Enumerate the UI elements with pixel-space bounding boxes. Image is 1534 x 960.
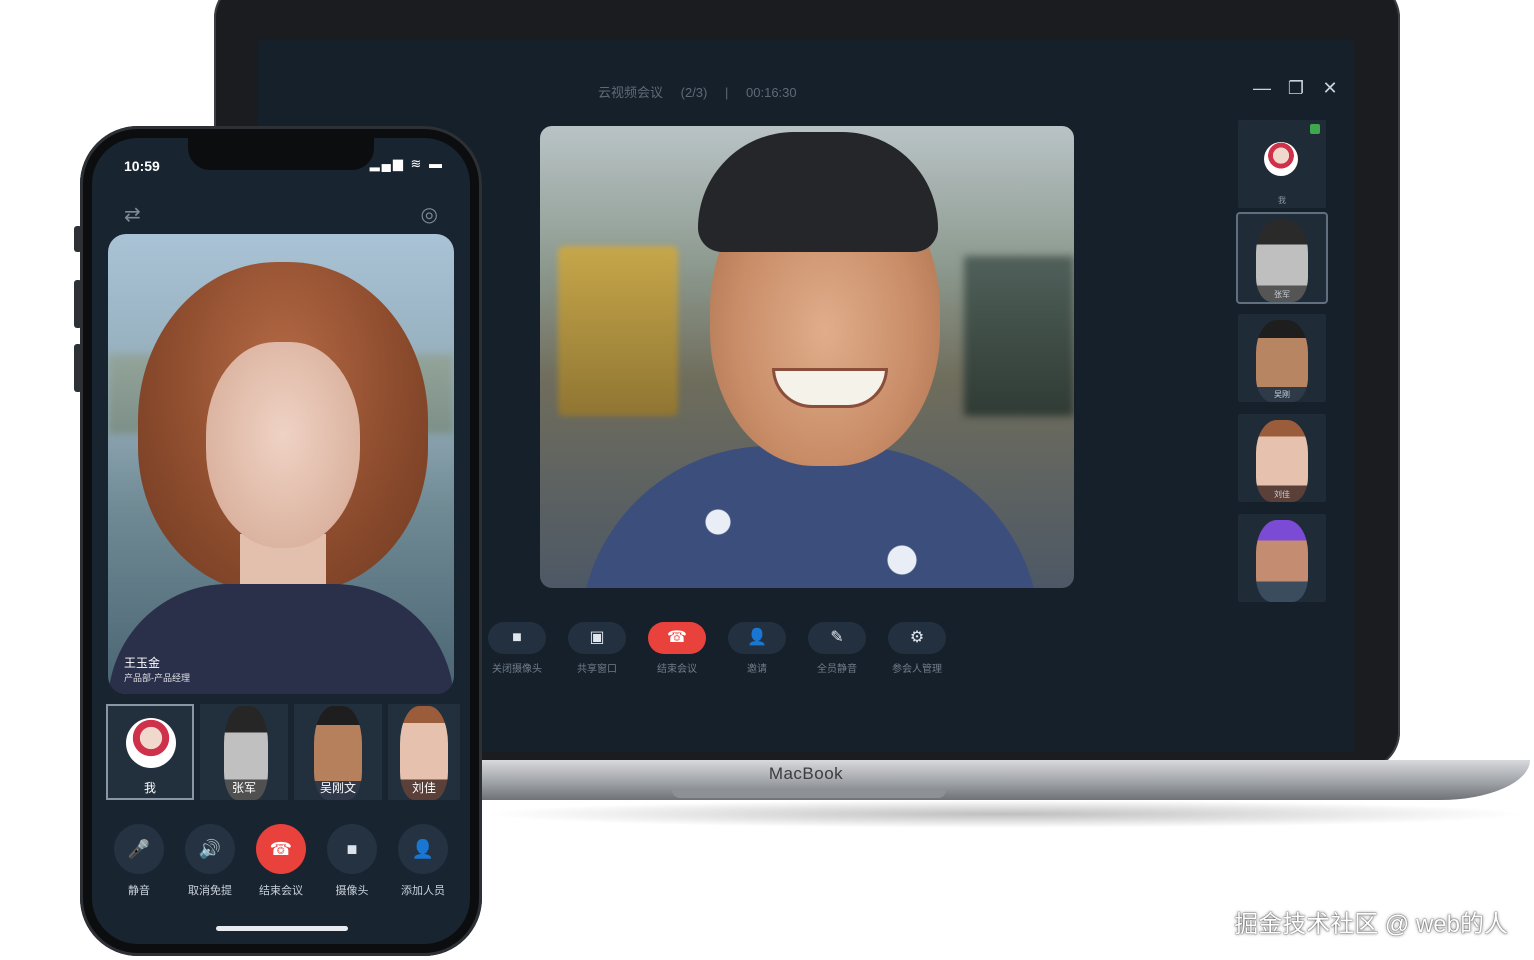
participant-label: 刘佳 — [411, 781, 436, 795]
participant-label: 张军 — [1274, 290, 1290, 299]
add-participant-button[interactable]: 👤 添加人员 — [398, 824, 448, 898]
invite-button[interactable]: 👤 邀请 — [728, 622, 786, 675]
participant-panel: 我 张军 吴刚 刘佳 — [1236, 120, 1328, 606]
add-person-icon: 👤 — [398, 824, 448, 874]
participant-label: 我 — [1278, 196, 1286, 205]
add-person-icon: 👤 — [728, 622, 786, 654]
control-label: 静音 — [128, 885, 150, 897]
phone-notch — [188, 138, 374, 170]
phone-screen: 10:59 ▂▄▆ ≋ ▬ ⇄ ◎ 王玉金 产品部-产品经理 我 张军 吴刚文 … — [92, 138, 470, 944]
screen-share-icon: ▣ — [568, 622, 626, 654]
switch-view-icon[interactable]: ⇄ — [124, 202, 141, 227]
participant-label: 我 — [143, 781, 156, 795]
microphone-icon: 🎤 — [114, 824, 164, 874]
speaker-shirt — [580, 446, 1040, 588]
mute-all-button[interactable]: ✎ 全员静音 — [808, 622, 866, 675]
control-label: 取消免提 — [188, 885, 232, 897]
video-background — [964, 256, 1074, 416]
window-controls: — ❐ ✕ — [1252, 78, 1340, 98]
control-label: 摄像头 — [335, 885, 369, 897]
control-label: 邀请 — [747, 664, 767, 675]
phone-participant-strip: 我 张军 吴刚文 刘佳 — [104, 704, 470, 804]
speaker-name: 王玉金 — [124, 656, 161, 670]
meeting-controls: ■ 关闭摄像头 ▣ 共享窗口 ☎ 结束会议 👤 邀请 ✎ 全员静音 ⚙ 参会人管… — [488, 622, 946, 675]
share-screen-button[interactable]: ▣ 共享窗口 — [568, 622, 626, 675]
restore-icon[interactable]: ❐ — [1286, 78, 1306, 98]
participant-label: 吴刚文 — [319, 781, 356, 795]
participant-tile[interactable]: 吴刚 — [1238, 314, 1326, 402]
flip-camera-icon[interactable]: ◎ — [421, 202, 438, 227]
control-label: 结束会议 — [657, 664, 697, 675]
watermark: 掘金技术社区 @ web的人 — [1234, 911, 1508, 938]
laptop-hinge — [672, 790, 946, 798]
video-background — [558, 246, 678, 416]
control-label: 共享窗口 — [577, 664, 617, 675]
participant-thumb[interactable]: 吴刚文 — [294, 704, 382, 800]
speaker-face — [206, 342, 360, 548]
camera-icon: ■ — [327, 824, 377, 874]
participant-video — [1256, 520, 1308, 602]
end-meeting-button[interactable]: ☎ 结束会议 — [256, 824, 306, 898]
participant-tile[interactable] — [1238, 514, 1326, 602]
participant-thumb-self[interactable]: 我 — [106, 704, 194, 800]
phone-call-controls: 🎤 静音 🔊 取消免提 ☎ 结束会议 ■ 摄像头 👤 添加人员 — [114, 824, 448, 898]
meeting-header: 云视频会议 (2/3) | 00:16:30 — [598, 82, 811, 101]
signal-wifi-battery-icon: ▂▄▆ ≋ ▬ — [369, 156, 444, 171]
speaker-button[interactable]: 🔊 取消免提 — [185, 824, 235, 898]
participant-label: 张军 — [231, 781, 256, 795]
participant-tile[interactable]: 刘佳 — [1238, 414, 1326, 502]
meeting-title: 云视频会议 — [598, 85, 664, 100]
participant-label: 刘佳 — [1274, 490, 1290, 499]
control-label: 关闭摄像头 — [492, 664, 542, 675]
meeting-duration: 00:16:30 — [746, 85, 797, 100]
mute-all-icon: ✎ — [808, 622, 866, 654]
camera-button[interactable]: ■ 关闭摄像头 — [488, 622, 546, 675]
avatar — [1264, 142, 1298, 176]
participant-thumb[interactable]: 张军 — [200, 704, 288, 800]
home-indicator[interactable] — [216, 926, 348, 931]
laptop-shadow — [480, 800, 1530, 828]
manage-participants-button[interactable]: ⚙ 参会人管理 — [888, 622, 946, 675]
mute-button[interactable]: 🎤 静音 — [114, 824, 164, 898]
close-icon[interactable]: ✕ — [1320, 78, 1340, 98]
speaker-icon: 🔊 — [185, 824, 235, 874]
status-time: 10:59 — [124, 158, 160, 174]
control-label: 参会人管理 — [892, 664, 942, 675]
participant-thumb[interactable]: 刘佳 — [388, 704, 460, 800]
camera-button[interactable]: ■ 摄像头 — [327, 824, 377, 898]
active-badge — [1310, 124, 1320, 134]
camera-icon: ■ — [488, 622, 546, 654]
end-meeting-button[interactable]: ☎ 结束会议 — [648, 622, 706, 675]
control-label: 全员静音 — [817, 664, 857, 675]
main-video-feed — [540, 126, 1074, 588]
hang-up-icon: ☎ — [648, 622, 706, 654]
participant-tile[interactable]: 张军 — [1236, 212, 1328, 304]
meeting-separator: | — [725, 85, 729, 100]
speaker-title: 产品部-产品经理 — [124, 673, 190, 683]
participant-label: 吴刚 — [1274, 390, 1290, 399]
control-label: 结束会议 — [259, 885, 303, 897]
meeting-count: (2/3) — [680, 85, 708, 100]
avatar — [126, 718, 176, 768]
speaker-cap — [698, 132, 938, 252]
phone-main-video: 王玉金 产品部-产品经理 — [108, 234, 454, 694]
minimize-icon[interactable]: — — [1252, 78, 1272, 98]
hang-up-icon: ☎ — [256, 824, 306, 874]
manage-participants-icon: ⚙ — [888, 622, 946, 654]
control-label: 添加人员 — [401, 885, 445, 897]
participant-tile-self[interactable]: 我 — [1238, 120, 1326, 208]
speaker-info: 王玉金 产品部-产品经理 — [124, 654, 190, 684]
